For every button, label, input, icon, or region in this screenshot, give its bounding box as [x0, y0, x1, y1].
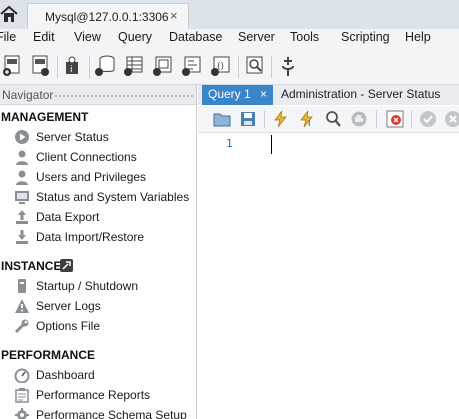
nav-item-label: Startup / Shutdown	[36, 279, 139, 293]
reports-icon	[14, 387, 30, 403]
new-sql-tab-icon[interactable]	[2, 54, 24, 78]
nav-item-data-import[interactable]: Data Import/Restore	[14, 228, 194, 246]
nav-item-users-privileges[interactable]: Users and Privileges	[14, 168, 194, 186]
open-file-icon[interactable]	[213, 110, 231, 128]
toolbar-separator	[57, 56, 58, 78]
execute-current-statement-icon[interactable]: I	[298, 110, 316, 128]
toolbar-separator	[411, 111, 412, 128]
explain-icon[interactable]	[324, 110, 342, 128]
power-icon	[14, 278, 30, 294]
gear-icon	[14, 407, 30, 419]
menu-scripting[interactable]: Scripting	[341, 30, 390, 44]
execute-icon[interactable]	[272, 110, 290, 128]
warning-icon	[14, 298, 30, 314]
home-icon[interactable]	[0, 3, 20, 25]
stop-icon[interactable]	[350, 110, 368, 128]
create-function-icon[interactable]: ()	[210, 54, 232, 78]
nav-item-label: Users and Privileges	[36, 170, 147, 184]
nav-item-options-file[interactable]: Options File	[14, 317, 194, 335]
create-view-icon[interactable]	[152, 54, 174, 78]
nav-item-data-export[interactable]: Data Export	[14, 208, 194, 226]
toolbar-separator	[89, 56, 90, 78]
menu-bar: File Edit View Query Database Server Too…	[0, 29, 459, 49]
navigator-header: Navigator	[0, 85, 196, 105]
menu-view[interactable]: View	[74, 30, 101, 44]
nav-item-startup-shutdown[interactable]: Startup / Shutdown	[14, 277, 194, 295]
nav-item-label: Performance Reports	[36, 388, 151, 402]
nav-item-label: Server Status	[36, 130, 109, 144]
editor-area: Query 1 × Administration - Server Status…	[198, 85, 459, 419]
connection-tab-strip: Mysql@127.0.0.1:3306 ×	[0, 0, 459, 29]
instance-settings-icon[interactable]	[60, 259, 73, 272]
nav-item-label: Client Connections	[36, 150, 137, 164]
menu-edit[interactable]: Edit	[33, 30, 55, 44]
navigator-drag-handle[interactable]	[55, 95, 193, 97]
user-icon	[14, 169, 30, 185]
wrench-icon	[14, 318, 30, 334]
rollback-icon[interactable]	[444, 110, 459, 128]
line-number: 1	[226, 137, 233, 150]
tab-close-icon[interactable]: ×	[260, 87, 267, 101]
save-icon[interactable]	[239, 110, 257, 128]
menu-tools[interactable]: Tools	[290, 30, 319, 44]
menu-server[interactable]: Server	[238, 30, 275, 44]
menu-file[interactable]: File	[0, 30, 16, 44]
monitor-icon	[14, 189, 30, 205]
inspector-icon[interactable]: i	[62, 54, 84, 78]
nav-item-performance-schema-setup[interactable]: Performance Schema Setup	[14, 406, 194, 419]
create-schema-icon[interactable]	[94, 54, 116, 78]
upload-icon	[14, 209, 30, 225]
toolbar-separator	[238, 56, 239, 78]
connection-tab-close-icon[interactable]: ×	[170, 8, 178, 23]
nav-item-client-connections[interactable]: Client Connections	[14, 148, 194, 166]
nav-item-label: Options File	[36, 319, 101, 333]
nav-item-server-logs[interactable]: Server Logs	[14, 297, 194, 315]
connection-tab[interactable]: Mysql@127.0.0.1:3306 ×	[27, 3, 189, 29]
create-table-icon[interactable]	[123, 54, 145, 78]
reconnect-icon[interactable]	[277, 54, 299, 78]
open-sql-script-icon[interactable]	[30, 54, 52, 78]
svg-text:i: i	[70, 65, 73, 75]
query-toolbar: I	[198, 106, 459, 133]
user-icon	[14, 149, 30, 165]
play-circle-icon	[14, 129, 30, 145]
nav-item-status-variables[interactable]: Status and System Variables	[14, 188, 194, 206]
dashboard-icon	[14, 367, 30, 384]
commit-icon[interactable]	[419, 110, 437, 128]
nav-item-dashboard[interactable]: Dashboard	[14, 366, 194, 384]
nav-item-label: Status and System Variables	[36, 190, 190, 204]
menu-query[interactable]: Query	[118, 30, 152, 44]
navigator-title: Navigator	[2, 88, 54, 102]
download-icon	[14, 229, 30, 245]
nav-item-label: Performance Schema Setup	[36, 408, 187, 419]
tab-label: Query 1	[208, 87, 251, 101]
editor-tab-bar: Query 1 × Administration - Server Status	[198, 85, 459, 105]
main-toolbar: i ()	[0, 49, 459, 85]
tab-administration-server-status[interactable]: Administration - Server Status	[281, 87, 440, 101]
nav-item-label: Dashboard	[36, 368, 95, 382]
nav-item-server-status[interactable]: Server Status	[14, 128, 194, 146]
nav-item-label: Data Export	[36, 210, 100, 224]
section-instance: INSTANCE	[1, 259, 62, 273]
search-table-data-icon[interactable]	[244, 54, 266, 78]
toolbar-separator	[376, 111, 377, 128]
tab-query-1[interactable]: Query 1 ×	[202, 85, 273, 105]
create-procedure-icon[interactable]	[181, 54, 203, 78]
toolbar-separator	[271, 56, 272, 78]
nav-item-label: Data Import/Restore	[36, 230, 145, 244]
sql-editor-input[interactable]	[260, 134, 459, 419]
toolbar-separator	[264, 111, 265, 128]
toggle-stop-on-error-icon[interactable]	[386, 110, 404, 128]
section-management: MANAGEMENT	[1, 110, 89, 124]
navigator-panel: Navigator MANAGEMENT Server Status Clien…	[0, 85, 197, 419]
menu-database[interactable]: Database	[169, 30, 223, 44]
menu-help[interactable]: Help	[405, 30, 431, 44]
svg-text:I: I	[308, 119, 310, 128]
nav-item-performance-reports[interactable]: Performance Reports	[14, 386, 194, 404]
connection-tab-label: Mysql@127.0.0.1:3306	[45, 10, 169, 24]
section-performance: PERFORMANCE	[1, 348, 96, 362]
nav-item-label: Server Logs	[36, 299, 101, 313]
line-number-gutter: 1	[198, 134, 260, 419]
